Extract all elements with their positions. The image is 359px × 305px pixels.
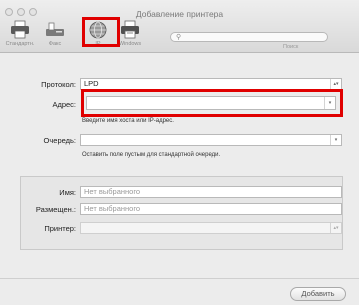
toolbar-fax[interactable]: Факс — [37, 20, 73, 47]
search-input[interactable]: ⚲ — [170, 32, 328, 42]
name-label: Имя: — [59, 188, 76, 197]
titlebar: Добавление принтера Стандартн. Факс IP W… — [0, 0, 359, 53]
printer-select[interactable]: ▴▾ — [80, 222, 342, 234]
toolbar-fax-label: Факс — [48, 41, 62, 47]
printer-label: Принтер: — [44, 224, 76, 233]
address-hint: Введите имя хоста или IP-адрес. — [82, 118, 174, 124]
ip-highlight-frame — [82, 17, 120, 47]
name-value: Нет выбранного — [84, 187, 141, 196]
fax-icon — [44, 20, 66, 40]
location-value: Нет выбранного — [84, 204, 141, 213]
add-button[interactable]: Добавить — [290, 287, 346, 301]
protocol-value: LPD — [84, 79, 99, 88]
address-label: Адрес: — [52, 100, 76, 109]
add-printer-window: Добавление принтера Стандартн. Факс IP W… — [0, 0, 359, 305]
toolbar-default[interactable]: Стандартн. — [2, 20, 38, 47]
chevron-down-icon: ▾ — [330, 135, 341, 145]
name-field[interactable]: Нет выбранного — [80, 186, 342, 198]
search-icon: ⚲ — [176, 34, 182, 41]
printer-icon — [9, 20, 31, 40]
location-label: Размещен.: — [35, 205, 76, 214]
address-highlight-frame — [81, 89, 343, 117]
toolbar-default-label: Стандартн. — [5, 41, 35, 47]
location-field[interactable]: Нет выбранного — [80, 203, 342, 215]
windows-printer-icon — [119, 20, 141, 40]
chevron-updown-icon: ▴▾ — [330, 223, 341, 233]
protocol-label: Протокол: — [41, 80, 76, 89]
search-label: Поиск — [283, 44, 299, 50]
window-title: Добавление принтера — [135, 9, 224, 19]
queue-hint: Оставить поле пустым для стандартной оче… — [82, 152, 221, 158]
chevron-updown-icon: ▴▾ — [330, 79, 341, 89]
queue-input[interactable]: ▾ — [80, 134, 342, 146]
footer-divider — [0, 278, 359, 279]
queue-label: Очередь: — [43, 136, 76, 145]
